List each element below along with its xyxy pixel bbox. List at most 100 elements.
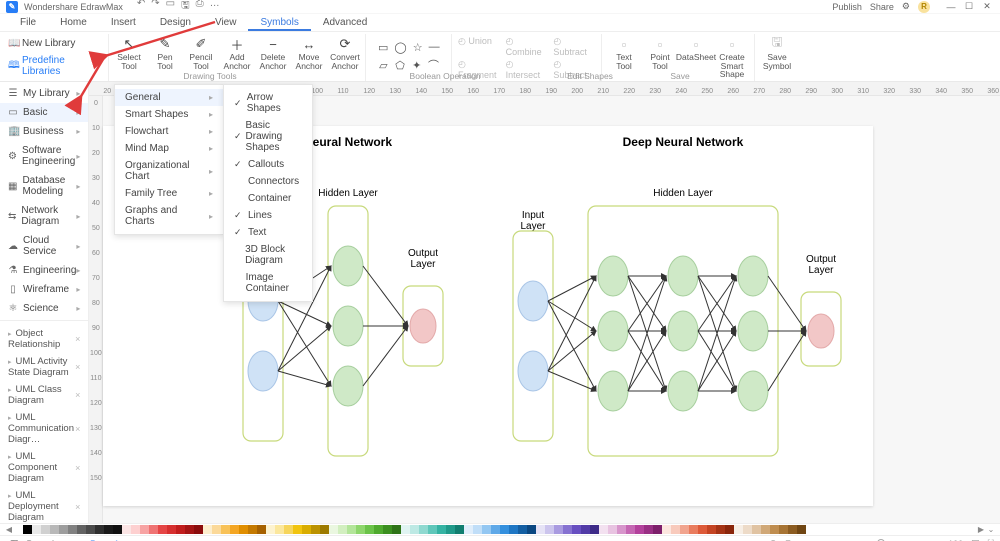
- color-swatch[interactable]: [95, 525, 104, 534]
- color-swatch[interactable]: [41, 525, 50, 534]
- color-swatch[interactable]: [185, 525, 194, 534]
- color-swatch[interactable]: [626, 525, 635, 534]
- save-symbol-button[interactable]: 🖫 Save Symbol: [761, 36, 793, 70]
- remove-set-icon[interactable]: ×: [75, 463, 80, 473]
- category-network-diagram[interactable]: ⇆Network Diagram▸: [0, 201, 88, 231]
- color-swatch[interactable]: [581, 525, 590, 534]
- shape-primitive[interactable]: ◯: [394, 40, 406, 54]
- color-swatch[interactable]: [437, 525, 446, 534]
- color-swatch[interactable]: [410, 525, 419, 534]
- shape-set-item[interactable]: ▸UML Communication Diagr…×: [0, 409, 88, 448]
- submenu2-callouts[interactable]: ✓Callouts: [224, 156, 312, 173]
- submenu-organizational-chart[interactable]: Organizational Chart▸: [115, 157, 223, 185]
- new-library-button[interactable]: 📖 New Library: [4, 36, 108, 51]
- menu-insert[interactable]: Insert: [99, 14, 148, 31]
- menu-view[interactable]: View: [203, 14, 249, 31]
- remove-set-icon[interactable]: ×: [75, 424, 80, 434]
- submenu-family-tree[interactable]: Family Tree▸: [115, 185, 223, 202]
- more-icon[interactable]: …: [210, 0, 220, 15]
- color-swatch[interactable]: [734, 525, 743, 534]
- category-engineering[interactable]: ⚗Engineering▸: [0, 261, 88, 280]
- submenu-graphs-and-charts[interactable]: Graphs and Charts▸: [115, 202, 223, 230]
- color-swatch[interactable]: [419, 525, 428, 534]
- color-swatch[interactable]: [590, 525, 599, 534]
- color-swatch[interactable]: [518, 525, 527, 534]
- palette-picker-icon[interactable]: ⌄: [986, 525, 996, 534]
- submenu2-arrow-shapes[interactable]: ✓Arrow Shapes: [224, 89, 312, 117]
- submenu-flowchart[interactable]: Flowchart▸: [115, 123, 223, 140]
- color-swatch[interactable]: [599, 525, 608, 534]
- undo-icon[interactable]: ↶: [137, 0, 145, 15]
- color-swatch[interactable]: [365, 525, 374, 534]
- color-swatch[interactable]: [158, 525, 167, 534]
- color-swatch[interactable]: [302, 525, 311, 534]
- color-swatch[interactable]: [140, 525, 149, 534]
- color-swatch[interactable]: [554, 525, 563, 534]
- palette-next-icon[interactable]: ▶: [976, 525, 986, 534]
- color-swatch[interactable]: [473, 525, 482, 534]
- color-swatch[interactable]: [356, 525, 365, 534]
- color-swatch[interactable]: [779, 525, 788, 534]
- open-icon[interactable]: ▭: [166, 0, 175, 15]
- color-swatch[interactable]: [275, 525, 284, 534]
- color-swatch[interactable]: [752, 525, 761, 534]
- settings-icon[interactable]: ⚙: [902, 1, 910, 12]
- color-swatch[interactable]: [527, 525, 536, 534]
- shape-primitive[interactable]: ▭: [378, 40, 388, 54]
- color-swatch[interactable]: [644, 525, 653, 534]
- submenu-general[interactable]: General▸: [115, 89, 223, 106]
- color-swatch[interactable]: [329, 525, 338, 534]
- tool-pencil-tool[interactable]: ✐PencilTool: [185, 36, 217, 70]
- color-swatch[interactable]: [374, 525, 383, 534]
- shape-primitive[interactable]: ▱: [378, 58, 389, 72]
- shape-set-item[interactable]: ▸Object Relationship×: [0, 325, 88, 353]
- color-swatch[interactable]: [347, 525, 356, 534]
- edit-create-smart[interactable]: ▫Create SmartShape: [716, 36, 748, 79]
- color-swatch[interactable]: [716, 525, 725, 534]
- color-swatch[interactable]: [176, 525, 185, 534]
- remove-set-icon[interactable]: ×: [75, 334, 80, 344]
- general-submenu[interactable]: ✓Arrow Shapes✓Basic Drawing Shapes✓Callo…: [223, 84, 313, 302]
- submenu2-text[interactable]: ✓Text: [224, 224, 312, 241]
- menu-file[interactable]: File: [8, 14, 48, 31]
- color-swatch[interactable]: [383, 525, 392, 534]
- submenu2-image-container[interactable]: Image Container: [224, 269, 312, 297]
- color-swatch[interactable]: [230, 525, 239, 534]
- color-swatch[interactable]: [212, 525, 221, 534]
- menu-home[interactable]: Home: [48, 14, 99, 31]
- tool-convert-anchor[interactable]: ⟳ConvertAnchor: [329, 36, 361, 70]
- menu-symbols[interactable]: Symbols: [248, 14, 310, 31]
- category-wireframe[interactable]: ▯Wireframe▸: [0, 280, 88, 299]
- maximize-button[interactable]: ☐: [962, 2, 976, 12]
- color-swatch[interactable]: [608, 525, 617, 534]
- color-swatch[interactable]: [32, 525, 41, 534]
- color-swatch[interactable]: [221, 525, 230, 534]
- color-swatch[interactable]: [707, 525, 716, 534]
- shape-set-item[interactable]: ▸UML Component Diagram×: [0, 448, 88, 487]
- color-swatch[interactable]: [338, 525, 347, 534]
- category-basic[interactable]: ▭Basic▸: [0, 103, 88, 122]
- color-swatch[interactable]: [194, 525, 203, 534]
- user-avatar[interactable]: R: [918, 1, 930, 13]
- submenu2-3d-block-diagram[interactable]: 3D Block Diagram: [224, 241, 312, 269]
- shape-set-item[interactable]: ▸UML Activity State Diagram×: [0, 353, 88, 381]
- color-swatch[interactable]: [311, 525, 320, 534]
- color-swatch[interactable]: [122, 525, 131, 534]
- category-business[interactable]: 🏢Business▸: [0, 122, 88, 141]
- tool-delete-anchor[interactable]: −DeleteAnchor: [257, 36, 289, 70]
- color-swatch[interactable]: [500, 525, 509, 534]
- color-swatch[interactable]: [104, 525, 113, 534]
- shape-set-item[interactable]: ▸UML Deployment Diagram×: [0, 487, 88, 523]
- color-swatch[interactable]: [248, 525, 257, 534]
- color-swatch[interactable]: [203, 525, 212, 534]
- color-swatch[interactable]: [14, 525, 23, 534]
- submenu2-lines[interactable]: ✓Lines: [224, 207, 312, 224]
- color-swatch[interactable]: [509, 525, 518, 534]
- color-swatch[interactable]: [320, 525, 329, 534]
- basic-submenu[interactable]: General▸Smart Shapes▸Flowchart▸Mind Map▸…: [114, 84, 224, 235]
- submenu2-container[interactable]: Container: [224, 190, 312, 207]
- color-swatch[interactable]: [113, 525, 122, 534]
- submenu-mind-map[interactable]: Mind Map▸: [115, 140, 223, 157]
- color-swatch[interactable]: [149, 525, 158, 534]
- menu-advanced[interactable]: Advanced: [311, 14, 379, 31]
